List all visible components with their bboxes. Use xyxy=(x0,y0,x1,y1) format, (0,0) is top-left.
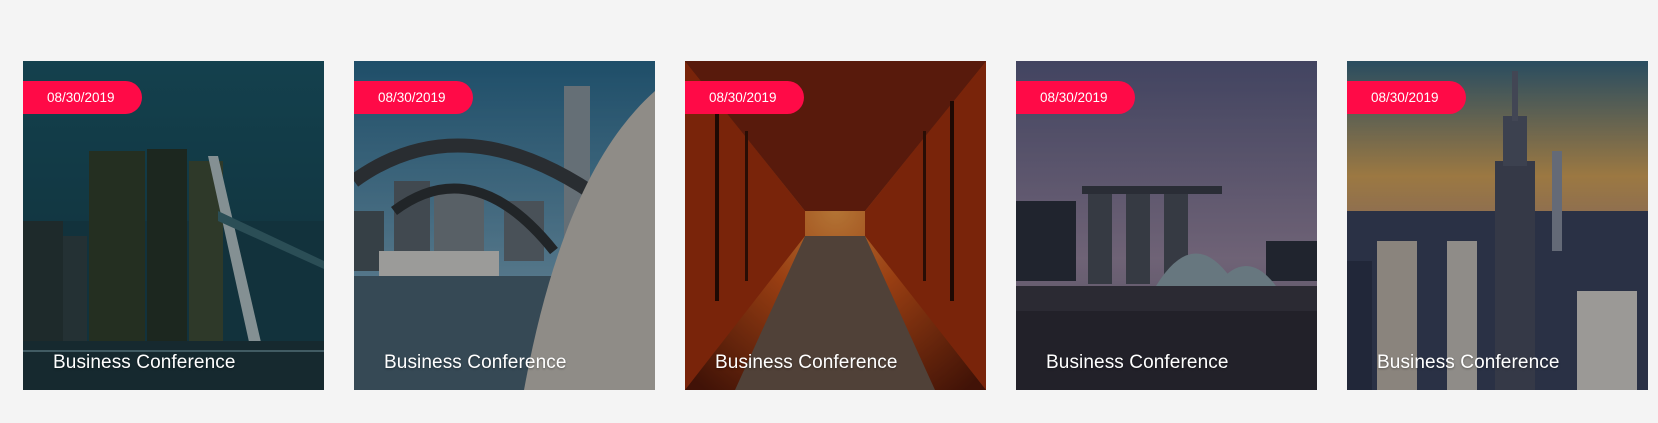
event-card[interactable]: 08/30/2019 Business Conference xyxy=(1347,61,1648,390)
event-title[interactable]: Business Conference xyxy=(1377,352,1560,374)
date-badge: 08/30/2019 xyxy=(23,81,142,114)
event-card[interactable]: 08/30/2019 Business Conference xyxy=(685,61,986,390)
event-title[interactable]: Business Conference xyxy=(53,352,236,374)
event-title[interactable]: Business Conference xyxy=(384,352,567,374)
event-card[interactable]: 08/30/2019 Business Conference xyxy=(23,61,324,390)
date-badge: 08/30/2019 xyxy=(685,81,804,114)
date-badge: 08/30/2019 xyxy=(1347,81,1466,114)
event-card[interactable]: 08/30/2019 Business Conference xyxy=(1016,61,1317,390)
date-badge: 08/30/2019 xyxy=(1016,81,1135,114)
event-title[interactable]: Business Conference xyxy=(1046,352,1229,374)
event-title[interactable]: Business Conference xyxy=(715,352,898,374)
date-badge: 08/30/2019 xyxy=(354,81,473,114)
event-card[interactable]: 08/30/2019 Business Conference xyxy=(354,61,655,390)
event-cards-row: 08/30/2019 Business Conference 08/30/201… xyxy=(0,0,1658,423)
